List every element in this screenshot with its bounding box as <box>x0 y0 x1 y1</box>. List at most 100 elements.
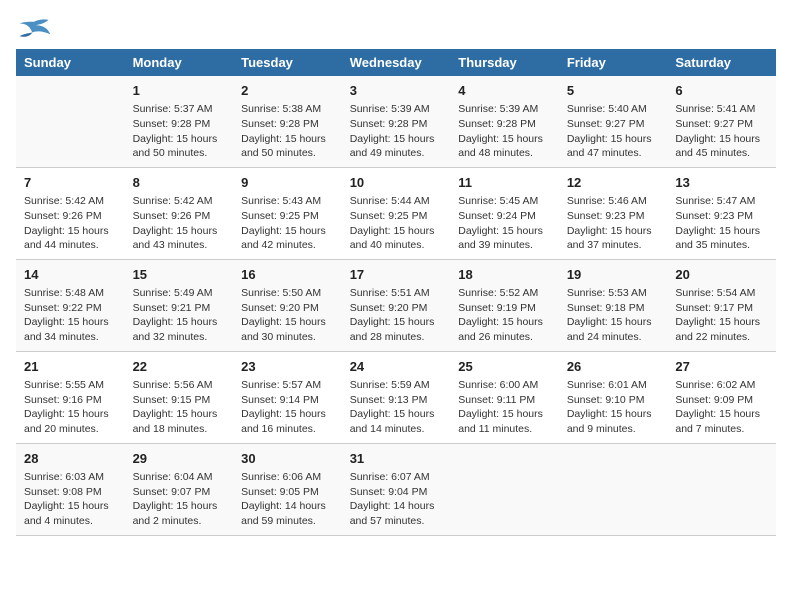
day-info: Sunrise: 5:43 AM Sunset: 9:25 PM Dayligh… <box>241 194 334 253</box>
calendar-cell: 18 Sunrise: 5:52 AM Sunset: 9:19 PM Dayli… <box>450 259 559 351</box>
week-row-2: 7 Sunrise: 5:42 AM Sunset: 9:26 PM Daylig… <box>16 167 776 259</box>
day-info: Sunrise: 5:39 AM Sunset: 9:28 PM Dayligh… <box>350 102 443 161</box>
week-row-5: 28 Sunrise: 6:03 AM Sunset: 9:08 PM Dayli… <box>16 443 776 535</box>
day-number: 18 <box>458 266 551 284</box>
day-info: Sunrise: 6:06 AM Sunset: 9:05 PM Dayligh… <box>241 470 334 529</box>
week-row-3: 14 Sunrise: 5:48 AM Sunset: 9:22 PM Dayli… <box>16 259 776 351</box>
calendar-cell: 7 Sunrise: 5:42 AM Sunset: 9:26 PM Daylig… <box>16 167 125 259</box>
day-info: Sunrise: 6:02 AM Sunset: 9:09 PM Dayligh… <box>675 378 768 437</box>
day-number: 8 <box>133 174 226 192</box>
calendar-cell: 13 Sunrise: 5:47 AM Sunset: 9:23 PM Dayli… <box>667 167 776 259</box>
calendar-cell: 14 Sunrise: 5:48 AM Sunset: 9:22 PM Dayli… <box>16 259 125 351</box>
weekday-header-thursday: Thursday <box>450 49 559 76</box>
weekday-header-row: SundayMondayTuesdayWednesdayThursdayFrid… <box>16 49 776 76</box>
calendar-cell: 1 Sunrise: 5:37 AM Sunset: 9:28 PM Daylig… <box>125 76 234 167</box>
day-number: 5 <box>567 82 660 100</box>
weekday-header-monday: Monday <box>125 49 234 76</box>
weekday-header-friday: Friday <box>559 49 668 76</box>
day-number: 11 <box>458 174 551 192</box>
calendar-cell: 29 Sunrise: 6:04 AM Sunset: 9:07 PM Dayli… <box>125 443 234 535</box>
day-number: 3 <box>350 82 443 100</box>
day-info: Sunrise: 6:00 AM Sunset: 9:11 PM Dayligh… <box>458 378 551 437</box>
day-number: 26 <box>567 358 660 376</box>
day-number: 10 <box>350 174 443 192</box>
calendar-cell: 11 Sunrise: 5:45 AM Sunset: 9:24 PM Dayli… <box>450 167 559 259</box>
day-number: 6 <box>675 82 768 100</box>
day-number: 21 <box>24 358 117 376</box>
calendar-cell: 30 Sunrise: 6:06 AM Sunset: 9:05 PM Dayli… <box>233 443 342 535</box>
calendar-cell: 16 Sunrise: 5:50 AM Sunset: 9:20 PM Dayli… <box>233 259 342 351</box>
day-number: 29 <box>133 450 226 468</box>
calendar-cell: 3 Sunrise: 5:39 AM Sunset: 9:28 PM Daylig… <box>342 76 451 167</box>
day-info: Sunrise: 5:42 AM Sunset: 9:26 PM Dayligh… <box>24 194 117 253</box>
day-number: 27 <box>675 358 768 376</box>
day-info: Sunrise: 6:01 AM Sunset: 9:10 PM Dayligh… <box>567 378 660 437</box>
day-number: 23 <box>241 358 334 376</box>
day-number: 14 <box>24 266 117 284</box>
day-info: Sunrise: 6:04 AM Sunset: 9:07 PM Dayligh… <box>133 470 226 529</box>
calendar-cell <box>450 443 559 535</box>
calendar-cell: 26 Sunrise: 6:01 AM Sunset: 9:10 PM Dayli… <box>559 351 668 443</box>
calendar-cell: 12 Sunrise: 5:46 AM Sunset: 9:23 PM Dayli… <box>559 167 668 259</box>
calendar-cell: 19Sunrise: 5:53 AM Sunset: 9:18 PM Dayli… <box>559 259 668 351</box>
week-row-4: 21 Sunrise: 5:55 AM Sunset: 9:16 PM Dayli… <box>16 351 776 443</box>
calendar-cell: 9 Sunrise: 5:43 AM Sunset: 9:25 PM Daylig… <box>233 167 342 259</box>
calendar-cell: 22Sunrise: 5:56 AM Sunset: 9:15 PM Dayli… <box>125 351 234 443</box>
day-info: Sunrise: 5:53 AM Sunset: 9:18 PM Dayligh… <box>567 286 660 345</box>
calendar-cell: 31Sunrise: 6:07 AM Sunset: 9:04 PM Dayli… <box>342 443 451 535</box>
day-number: 16 <box>241 266 334 284</box>
calendar-cell: 15 Sunrise: 5:49 AM Sunset: 9:21 PM Dayli… <box>125 259 234 351</box>
day-info: Sunrise: 5:55 AM Sunset: 9:16 PM Dayligh… <box>24 378 117 437</box>
day-info: Sunrise: 5:49 AM Sunset: 9:21 PM Dayligh… <box>133 286 226 345</box>
week-row-1: 1 Sunrise: 5:37 AM Sunset: 9:28 PM Daylig… <box>16 76 776 167</box>
calendar-table: SundayMondayTuesdayWednesdayThursdayFrid… <box>16 49 776 536</box>
calendar-cell: 23 Sunrise: 5:57 AM Sunset: 9:14 PM Dayli… <box>233 351 342 443</box>
day-number: 20 <box>675 266 768 284</box>
calendar-cell <box>667 443 776 535</box>
calendar-cell: 21 Sunrise: 5:55 AM Sunset: 9:16 PM Dayli… <box>16 351 125 443</box>
day-number: 9 <box>241 174 334 192</box>
day-info: Sunrise: 5:52 AM Sunset: 9:19 PM Dayligh… <box>458 286 551 345</box>
calendar-cell: 27 Sunrise: 6:02 AM Sunset: 9:09 PM Dayli… <box>667 351 776 443</box>
logo-bird-icon <box>16 18 52 38</box>
day-number: 17 <box>350 266 443 284</box>
day-info: Sunrise: 5:45 AM Sunset: 9:24 PM Dayligh… <box>458 194 551 253</box>
day-info: Sunrise: 5:48 AM Sunset: 9:22 PM Dayligh… <box>24 286 117 345</box>
day-info: Sunrise: 5:42 AM Sunset: 9:26 PM Dayligh… <box>133 194 226 253</box>
calendar-cell: 20 Sunrise: 5:54 AM Sunset: 9:17 PM Dayli… <box>667 259 776 351</box>
day-info: Sunrise: 5:50 AM Sunset: 9:20 PM Dayligh… <box>241 286 334 345</box>
weekday-header-sunday: Sunday <box>16 49 125 76</box>
day-info: Sunrise: 5:54 AM Sunset: 9:17 PM Dayligh… <box>675 286 768 345</box>
calendar-cell: 25Sunrise: 6:00 AM Sunset: 9:11 PM Dayli… <box>450 351 559 443</box>
day-info: Sunrise: 6:03 AM Sunset: 9:08 PM Dayligh… <box>24 470 117 529</box>
calendar-cell: 6 Sunrise: 5:41 AM Sunset: 9:27 PM Daylig… <box>667 76 776 167</box>
day-number: 2 <box>241 82 334 100</box>
day-number: 28 <box>24 450 117 468</box>
calendar-cell: 17 Sunrise: 5:51 AM Sunset: 9:20 PM Dayli… <box>342 259 451 351</box>
day-info: Sunrise: 5:40 AM Sunset: 9:27 PM Dayligh… <box>567 102 660 161</box>
day-number: 1 <box>133 82 226 100</box>
day-info: Sunrise: 5:57 AM Sunset: 9:14 PM Dayligh… <box>241 378 334 437</box>
calendar-cell: 28 Sunrise: 6:03 AM Sunset: 9:08 PM Dayli… <box>16 443 125 535</box>
day-info: Sunrise: 5:37 AM Sunset: 9:28 PM Dayligh… <box>133 102 226 161</box>
day-number: 7 <box>24 174 117 192</box>
day-number: 30 <box>241 450 334 468</box>
day-number: 31 <box>350 450 443 468</box>
day-info: Sunrise: 5:41 AM Sunset: 9:27 PM Dayligh… <box>675 102 768 161</box>
calendar-cell <box>559 443 668 535</box>
day-info: Sunrise: 5:46 AM Sunset: 9:23 PM Dayligh… <box>567 194 660 253</box>
day-info: Sunrise: 5:47 AM Sunset: 9:23 PM Dayligh… <box>675 194 768 253</box>
weekday-header-saturday: Saturday <box>667 49 776 76</box>
day-info: Sunrise: 5:44 AM Sunset: 9:25 PM Dayligh… <box>350 194 443 253</box>
day-number: 13 <box>675 174 768 192</box>
day-number: 15 <box>133 266 226 284</box>
page-header <box>16 16 776 39</box>
calendar-cell: 24Sunrise: 5:59 AM Sunset: 9:13 PM Dayli… <box>342 351 451 443</box>
calendar-cell: 4Sunrise: 5:39 AM Sunset: 9:28 PM Daylig… <box>450 76 559 167</box>
day-info: Sunrise: 5:56 AM Sunset: 9:15 PM Dayligh… <box>133 378 226 437</box>
day-number: 12 <box>567 174 660 192</box>
calendar-cell: 2 Sunrise: 5:38 AM Sunset: 9:28 PM Daylig… <box>233 76 342 167</box>
day-number: 24 <box>350 358 443 376</box>
day-info: Sunrise: 5:38 AM Sunset: 9:28 PM Dayligh… <box>241 102 334 161</box>
day-info: Sunrise: 5:51 AM Sunset: 9:20 PM Dayligh… <box>350 286 443 345</box>
